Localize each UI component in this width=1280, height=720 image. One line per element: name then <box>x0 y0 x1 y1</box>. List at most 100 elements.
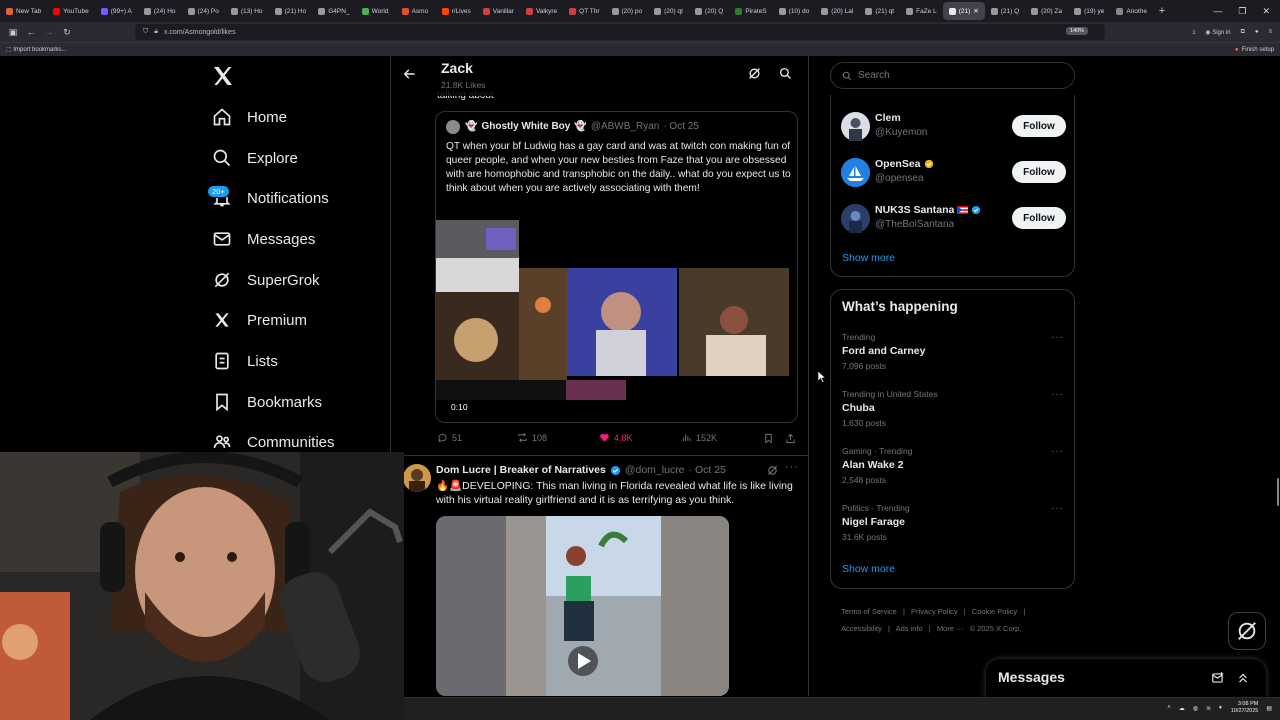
sidebar-item-notifications[interactable]: Notifications <box>212 183 329 213</box>
browser-tab[interactable]: r/Lives <box>436 2 477 20</box>
browser-tab[interactable]: PirateS <box>729 2 772 20</box>
sidebar-item-home[interactable]: Home <box>212 102 287 132</box>
notification-center-icon[interactable]: ▤ <box>1266 705 1272 712</box>
browser-tab[interactable]: World <box>356 2 396 20</box>
maximize-button[interactable]: ❐ <box>1238 6 1246 17</box>
avatar[interactable] <box>841 204 870 233</box>
more-options-icon[interactable]: ··· <box>1051 503 1064 514</box>
footer-link[interactable]: Accessibility <box>841 624 882 633</box>
grok-icon[interactable] <box>748 67 761 80</box>
trend-item[interactable]: Gaming · Trending Alan Wake 2 2,548 post… <box>842 446 1064 485</box>
sidebar-item-explore[interactable]: Explore <box>212 143 298 173</box>
browser-tab[interactable]: (24) Ho <box>138 2 182 20</box>
trend-item[interactable]: Politics · Trending Nigel Farage 31.6K p… <box>842 503 1064 542</box>
wifi-icon[interactable]: ≋ <box>1206 705 1211 712</box>
bookmark-icon[interactable] <box>763 433 774 444</box>
browser-tab[interactable]: G4PN_ <box>312 2 355 20</box>
minimize-button[interactable]: — <box>1213 6 1222 16</box>
post-date[interactable]: · Oct 25 <box>689 464 726 476</box>
finish-setup-button[interactable]: ● Finish setup <box>1235 43 1274 57</box>
back-arrow-icon[interactable] <box>403 67 417 81</box>
browser-tab[interactable]: Vanillar <box>477 2 520 20</box>
network-icon[interactable]: ◍ <box>1193 705 1198 712</box>
sidebar-item-premium[interactable]: Premium <box>212 305 307 335</box>
cloud-icon[interactable]: ☁ <box>1179 705 1185 712</box>
zoom-level[interactable]: 140% <box>1066 27 1089 35</box>
more-options-icon[interactable]: ··· <box>1051 446 1064 457</box>
import-bookmarks-link[interactable]: ⬚ Import bookmarks... <box>6 46 66 53</box>
grok-button[interactable] <box>1228 612 1266 650</box>
new-message-icon[interactable] <box>1211 671 1225 685</box>
browser-tab[interactable]: (20) Q <box>689 2 729 20</box>
video-thumbnail[interactable] <box>436 220 798 423</box>
quoted-post[interactable]: 👻 Ghostly White Boy 👻 @ABWB_Ryan · Oct 2… <box>435 111 798 423</box>
browser-tab[interactable]: (20) qt <box>648 2 689 20</box>
avatar[interactable] <box>446 120 460 134</box>
taskbar-clock[interactable]: 3:08 PM 10/27/2025 <box>1231 701 1259 715</box>
browser-tab[interactable]: (19) ye <box>1068 2 1110 20</box>
expand-chevron-icon[interactable] <box>1236 671 1250 685</box>
close-window-button[interactable]: ✕ <box>1262 6 1270 17</box>
follow-button[interactable]: Follow <box>1012 161 1066 183</box>
sidebar-item-supergrok[interactable]: SuperGrok <box>212 265 320 295</box>
url-bar[interactable]: ⛉ 🔒︎ x.com/Asmongold/likes <box>135 24 1105 40</box>
grok-icon[interactable] <box>767 465 778 476</box>
footer-link[interactable]: Privacy Policy <box>911 607 958 616</box>
notification-icon[interactable]: ● <box>1255 29 1259 35</box>
views-button[interactable]: 152K <box>681 432 717 443</box>
new-tab-button[interactable]: + <box>1153 5 1171 17</box>
show-more-link[interactable]: Show more <box>842 563 895 575</box>
scrollbar-thumb[interactable] <box>1277 478 1279 506</box>
back-button[interactable]: ← <box>22 27 40 37</box>
trend-item[interactable]: Trending Ford and Carney 7,096 posts ··· <box>842 332 1064 371</box>
browser-tab[interactable]: Asmo <box>396 2 436 20</box>
browser-tab[interactable]: (13) Ho <box>225 2 269 20</box>
browser-tab[interactable]: FaZe L <box>900 2 943 20</box>
search-icon[interactable] <box>779 67 792 80</box>
browser-tab[interactable]: (21) qt <box>859 2 900 20</box>
browser-tab[interactable]: (99+) A <box>95 2 138 20</box>
messages-drawer[interactable]: Messages <box>986 659 1266 699</box>
volume-icon[interactable]: 🔉︎ <box>1219 705 1223 712</box>
menu-icon[interactable]: ≡ <box>1268 29 1272 35</box>
footer-link[interactable]: Terms of Service <box>841 607 897 616</box>
browser-tab[interactable]: (21) ✕ <box>942 2 985 20</box>
video-player[interactable] <box>436 516 729 696</box>
sidebar-item-messages[interactable]: Messages <box>212 224 315 254</box>
browser-tab[interactable]: Valkyre <box>520 2 563 20</box>
footer-link[interactable]: Cookie Policy <box>972 607 1017 616</box>
sidebar-item-lists[interactable]: Lists <box>212 346 278 376</box>
browser-tab[interactable]: (21) Ho <box>269 2 313 20</box>
forward-button[interactable]: → <box>40 27 58 37</box>
repost-button[interactable]: 108 <box>517 432 547 443</box>
follow-suggestion[interactable]: NUK3S Santana @TheBoiSantana Follow <box>841 200 1066 236</box>
reply-button[interactable]: 51 <box>437 432 462 443</box>
avatar[interactable] <box>403 464 431 492</box>
trend-item[interactable]: Trending in United States Chuba 1,630 po… <box>842 389 1064 428</box>
search-input[interactable]: Search <box>830 62 1075 89</box>
browser-tab[interactable]: QT Thr <box>563 2 605 20</box>
author-name[interactable]: Ghostly White Boy <box>481 121 570 132</box>
avatar[interactable] <box>841 158 870 187</box>
follow-button[interactable]: Follow <box>1012 115 1066 137</box>
x-logo-icon[interactable] <box>211 64 235 88</box>
extensions-icon[interactable]: ⧉ <box>1241 29 1245 36</box>
close-tab-icon[interactable]: ✕ <box>973 7 978 15</box>
browser-tab[interactable]: Anothe <box>1110 2 1153 20</box>
browser-tab[interactable]: (21) Q <box>985 2 1025 20</box>
browser-tab[interactable]: New Tab <box>0 2 47 20</box>
browser-tab[interactable]: (10) do <box>773 2 816 20</box>
author-name[interactable]: Dom Lucre | Breaker of Narratives <box>436 464 606 476</box>
download-icon[interactable]: ⤓ <box>1193 29 1196 36</box>
more-options-icon[interactable]: ··· <box>1051 332 1064 343</box>
reload-button[interactable]: ↻ <box>58 27 76 38</box>
browser-tab[interactable]: (20) Lal <box>815 2 859 20</box>
account-icon[interactable]: ◉ Sign in <box>1205 29 1230 36</box>
more-options-icon[interactable]: ··· <box>785 461 799 473</box>
browser-tab[interactable]: (20) Za <box>1025 2 1068 20</box>
more-options-icon[interactable]: ··· <box>1051 389 1064 400</box>
browser-tab[interactable]: YouTube <box>47 2 95 20</box>
browser-tab[interactable]: (24) Po <box>182 2 225 20</box>
avatar[interactable] <box>841 112 870 141</box>
like-button[interactable]: 4.8K <box>599 432 633 443</box>
